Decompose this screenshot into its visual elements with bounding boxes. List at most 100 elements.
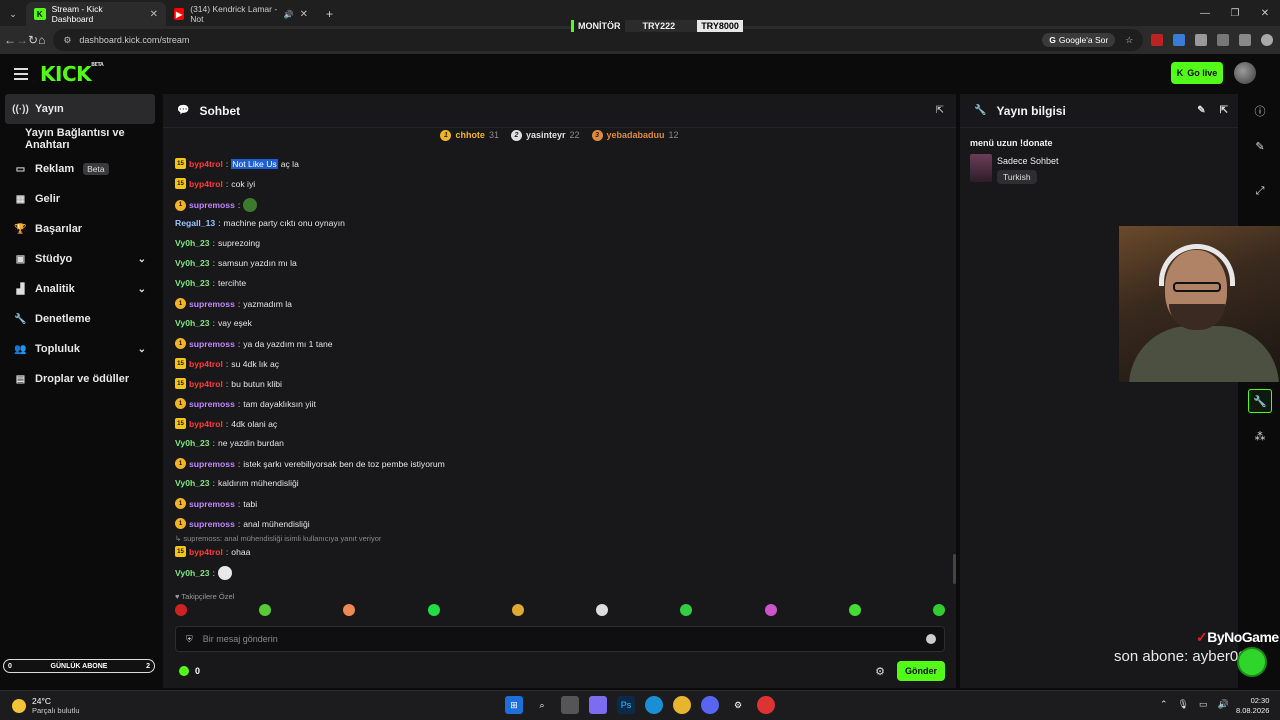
avatar[interactable] bbox=[1234, 62, 1256, 84]
chat-username[interactable]: Vy0h_23 bbox=[175, 238, 210, 248]
emote-icon[interactable] bbox=[427, 604, 440, 616]
chat-message[interactable]: 1 supremoss: yazmadım la bbox=[175, 298, 292, 309]
emote-icon[interactable] bbox=[764, 604, 777, 616]
chat-message[interactable]: 1 supremoss: anal mühendisliği bbox=[175, 518, 310, 529]
chat-message[interactable]: 1 supremoss: tam dayaklıksın yiit bbox=[175, 398, 316, 409]
chat-username[interactable]: supremoss bbox=[189, 459, 235, 469]
puzzle-icon[interactable] bbox=[1217, 34, 1230, 46]
chat-message[interactable]: 1 supremoss: ya da yazdım mı 1 tane bbox=[175, 338, 333, 349]
maximize-button[interactable]: ❐ bbox=[1220, 0, 1250, 26]
emote-icon[interactable] bbox=[259, 604, 272, 616]
emote-icon[interactable] bbox=[511, 604, 524, 616]
sidebar-item-stream-key[interactable]: Yayın Bağlantısı ve Anahtarı bbox=[0, 124, 160, 154]
chat-username[interactable]: supremoss bbox=[189, 339, 235, 349]
go-live-button[interactable]: K Go live bbox=[1171, 62, 1223, 84]
discord-icon[interactable] bbox=[701, 696, 719, 714]
chat-username[interactable]: supremoss bbox=[189, 399, 235, 409]
photoshop-icon[interactable]: Ps bbox=[617, 696, 635, 714]
chat-username[interactable]: byp4trol bbox=[189, 379, 223, 389]
expand-icon[interactable]: ⤢ bbox=[1248, 179, 1272, 203]
top-gifter[interactable]: 1 chhote 31 bbox=[440, 130, 499, 142]
reload-button[interactable]: ↻ bbox=[28, 33, 38, 47]
forward-button[interactable]: → bbox=[16, 33, 28, 47]
weather-widget[interactable]: 24°C Parçalı bulutlu bbox=[12, 696, 80, 716]
volume-icon[interactable]: 🔊 bbox=[1218, 699, 1229, 710]
bookmark-star-icon[interactable]: ☆ bbox=[1125, 35, 1133, 46]
chat-input[interactable]: ⛨ Bir mesaj gönderin bbox=[175, 626, 945, 652]
extension-icon[interactable] bbox=[1173, 34, 1186, 46]
top-gifter[interactable]: 3 yebadabaduu 12 bbox=[591, 130, 679, 142]
back-button[interactable]: ← bbox=[4, 33, 16, 47]
emote-icon[interactable] bbox=[175, 604, 187, 616]
sidebar-item-basarilar[interactable]: 🏆 Başarılar bbox=[0, 214, 160, 244]
send-button[interactable]: Gönder bbox=[896, 661, 945, 681]
address-bar[interactable]: ⚙ dashboard.kick.com/stream G Google'a So… bbox=[53, 29, 1144, 51]
chat-message[interactable]: 15 byp4trol: cok iyi bbox=[175, 178, 255, 189]
chat-message[interactable]: Vy0h_23: bbox=[175, 566, 235, 580]
chat-message[interactable]: Regall_13: machine party cıktı onu oynayı… bbox=[175, 218, 345, 228]
chat-message[interactable]: Vy0h_23: suprezoing bbox=[175, 238, 260, 248]
channel-points[interactable]: 0 bbox=[179, 666, 200, 676]
chat-username[interactable]: byp4trol bbox=[189, 419, 223, 429]
chat-message[interactable]: Vy0h_23: vay eşek bbox=[175, 318, 252, 328]
chat-message[interactable]: 1 supremoss: tabi bbox=[175, 498, 257, 509]
chat-username[interactable]: supremoss bbox=[189, 299, 235, 309]
top-gifter[interactable]: 2 yasinteyr 22 bbox=[510, 130, 580, 142]
emote-icon[interactable] bbox=[848, 604, 861, 616]
chat-username[interactable]: Regall_13 bbox=[175, 218, 215, 228]
emote-icon[interactable] bbox=[932, 604, 945, 616]
sidebar-item-topluluk[interactable]: 👥 Topluluk ⌄ bbox=[0, 334, 160, 364]
chat-scrollbar[interactable] bbox=[953, 554, 956, 584]
wrench-icon[interactable]: 🔧 bbox=[1248, 389, 1272, 413]
chat-message[interactable]: Vy0h_23: tercihte bbox=[175, 278, 246, 288]
chat-username[interactable]: Vy0h_23 bbox=[175, 478, 210, 488]
chat-message[interactable]: 15 byp4trol:4dk olani aç bbox=[175, 418, 277, 429]
chat-message[interactable]: Vy0h_23: samsun yazdın mı la bbox=[175, 258, 297, 268]
chat-username[interactable]: supremoss bbox=[189, 499, 235, 509]
edge-icon[interactable] bbox=[645, 696, 663, 714]
chat-username[interactable]: byp4trol bbox=[189, 547, 223, 557]
chat-message[interactable]: 15 byp4trol: su 4dk lık aç bbox=[175, 358, 279, 369]
kick-logo[interactable]: KICKBETA bbox=[40, 62, 104, 86]
task-view-icon[interactable] bbox=[561, 696, 579, 714]
community-icon[interactable]: ⁂ bbox=[1248, 424, 1272, 448]
chat-message[interactable]: 1 supremoss: istek şarkı verebiliyorsak be… bbox=[175, 458, 445, 469]
clock[interactable]: 02:30 8.08.2026 bbox=[1236, 696, 1269, 716]
shield-icon[interactable] bbox=[1195, 34, 1208, 46]
close-window-button[interactable]: ✕ bbox=[1250, 0, 1280, 26]
network-icon[interactable]: ▭ bbox=[1199, 699, 1208, 710]
chat-message[interactable]: Vy0h_23: ne yazdin burdan bbox=[175, 438, 284, 448]
chat-username[interactable]: byp4trol bbox=[189, 359, 223, 369]
site-info-icon[interactable]: ⚙ bbox=[63, 35, 71, 46]
search-icon[interactable]: ⌕ bbox=[533, 696, 551, 714]
chevron-up-icon[interactable]: ⌃ bbox=[1160, 699, 1168, 710]
popout-icon[interactable]: ⇱ bbox=[936, 105, 944, 116]
chat-message[interactable]: 15 byp4trol: bu butun klibi bbox=[175, 378, 282, 389]
chat-message[interactable]: Vy0h_23: kaldırım mühendisliği bbox=[175, 478, 299, 488]
new-tab-button[interactable]: + bbox=[316, 2, 343, 26]
edit-icon[interactable]: ✎ bbox=[1248, 134, 1272, 158]
sidebar-item-reklam[interactable]: ▭ Reklam Beta bbox=[0, 154, 160, 184]
chat-username[interactable]: Vy0h_23 bbox=[175, 568, 210, 578]
tab-kick-dashboard[interactable]: K Stream - Kick Dashboard ✕ bbox=[26, 2, 166, 26]
hamburger-menu-icon[interactable] bbox=[14, 68, 28, 80]
sidebar-item-studyo[interactable]: ▣ Stüdyo ⌄ bbox=[0, 244, 160, 274]
tab-youtube[interactable]: ▶ (314) Kendrick Lamar - Not 🔊 ✕ bbox=[166, 2, 316, 26]
extension-icon[interactable] bbox=[1239, 34, 1252, 46]
chat-username[interactable]: supremoss bbox=[189, 519, 235, 529]
emote-icon[interactable] bbox=[343, 604, 356, 616]
edit-icon[interactable]: ✎ bbox=[1197, 105, 1205, 116]
emoji-picker-icon[interactable] bbox=[926, 634, 936, 644]
sidebar-item-gelir[interactable]: ▦ Gelir bbox=[0, 184, 160, 214]
emote-icon[interactable] bbox=[596, 604, 609, 616]
chat-username[interactable]: Vy0h_23 bbox=[175, 438, 210, 448]
tab-close-icon[interactable]: ✕ bbox=[150, 9, 158, 20]
chat-username[interactable]: supremoss bbox=[189, 200, 235, 210]
chat-username[interactable]: Vy0h_23 bbox=[175, 258, 210, 268]
sidebar-item-denetleme[interactable]: 🔧 Denetleme bbox=[0, 304, 160, 334]
gear-icon[interactable]: ⚙ bbox=[875, 665, 885, 678]
copilot-icon[interactable] bbox=[589, 696, 607, 714]
chrome-icon[interactable] bbox=[673, 696, 691, 714]
settings-icon[interactable]: ⚙ bbox=[729, 696, 747, 714]
start-icon[interactable]: ⊞ bbox=[505, 696, 523, 714]
